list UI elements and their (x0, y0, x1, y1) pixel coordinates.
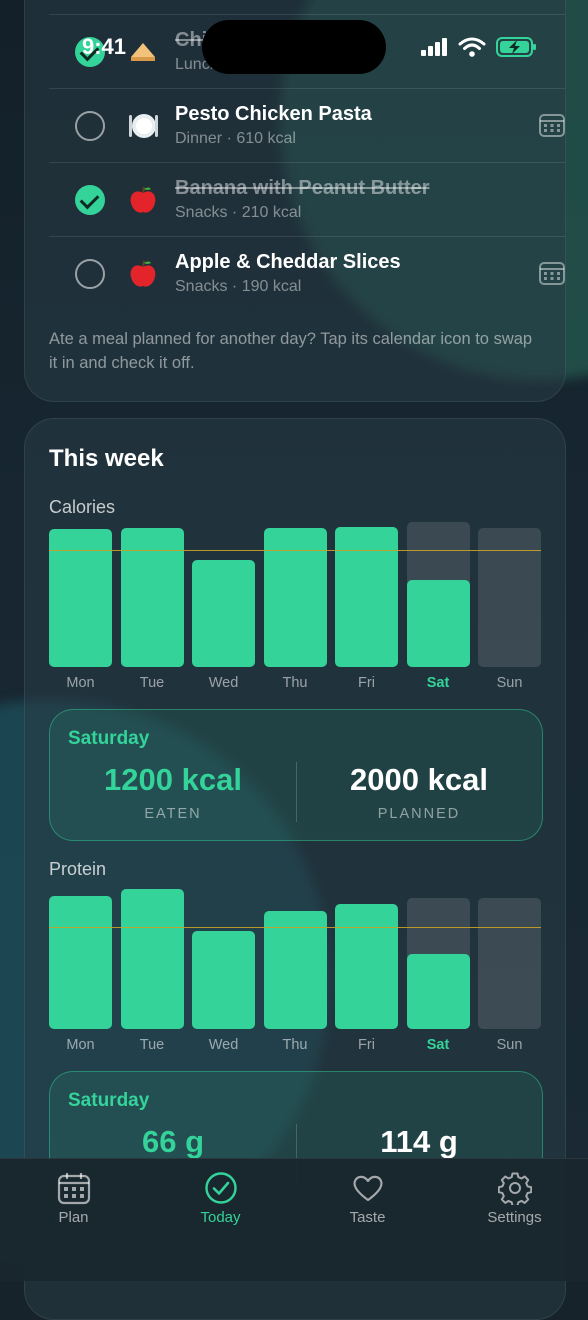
goal-line (49, 927, 541, 929)
day-label: Mon (66, 675, 95, 691)
eaten-bar (192, 559, 255, 667)
day-label: Wed (208, 1037, 239, 1053)
day-label: Sun (496, 675, 523, 691)
calories-bar-chart: Mon Tue Wed Thu Fri Sat Sun (49, 521, 541, 697)
tab-settings[interactable]: Settings (441, 1159, 588, 1239)
swap-hint-text: Ate a meal planned for another day? Tap … (49, 330, 533, 372)
planned-bar (478, 898, 541, 1029)
eaten-bar (406, 953, 470, 1029)
eaten-bar (263, 911, 327, 1029)
calendar-swap-icon[interactable] (539, 260, 565, 286)
meal-details: Snacks · 190 kcal (175, 278, 302, 295)
tab-taste[interactable]: Taste (294, 1159, 441, 1239)
calories-planned-value: 2000 kcal (350, 762, 488, 797)
meal-name: Pesto Chicken Pasta (175, 103, 372, 125)
goal-line (49, 550, 541, 552)
dynamic-island (202, 20, 386, 74)
day-label: Sat (426, 1037, 450, 1053)
apple-icon (130, 260, 156, 287)
check-circle-icon (205, 1172, 237, 1204)
section-title: This week (49, 445, 164, 472)
status-time: 9:41 (82, 34, 127, 59)
eaten-bar (120, 889, 184, 1029)
tab-label: Taste (349, 1209, 386, 1226)
day-label: Thu (282, 1037, 308, 1053)
day-label: Wed (208, 675, 239, 691)
battery-charging-icon (496, 37, 536, 57)
calories-summary: Saturday 1200 kcal 2000 kcal EATEN PLANN… (49, 709, 543, 841)
tab-plan[interactable]: Plan (0, 1159, 147, 1239)
tab-label: Today (200, 1209, 241, 1226)
eaten-bar (335, 903, 398, 1029)
protein-bar-chart: Mon Tue Wed Thu Fri Sat Sun (49, 889, 541, 1059)
planned-caption: PLANNED (377, 806, 461, 822)
plate-icon (129, 114, 158, 138)
eaten-bar (49, 895, 112, 1029)
protein-planned-value: 114 g (380, 1124, 458, 1159)
wifi-icon (458, 37, 486, 57)
calendar-swap-icon[interactable] (539, 112, 565, 138)
day-label: Tue (139, 1037, 165, 1053)
gear-icon (498, 1172, 532, 1205)
meal-name: Banana with Peanut Butter (175, 177, 430, 199)
day-label: Fri (358, 1037, 375, 1053)
calories-eaten-value: 1200 kcal (104, 762, 242, 797)
meal-row[interactable]: Banana with Peanut Butter Snacks · 210 k… (49, 162, 565, 237)
meal-unchecked-icon[interactable] (75, 111, 105, 141)
protein-label: Protein (49, 859, 107, 879)
calories-label: Calories (49, 497, 116, 517)
summary-day: Saturday (68, 728, 150, 749)
eaten-bar (335, 527, 398, 667)
meal-row[interactable]: Apple & Cheddar Slices Snacks · 190 kcal (49, 236, 565, 311)
protein-eaten-value: 66 g (141, 1124, 205, 1159)
meal-checked-icon[interactable] (75, 185, 105, 215)
calendar-icon (57, 1173, 91, 1205)
cellular-signal-icon (421, 38, 447, 56)
meal-details: Dinner · 610 kcal (175, 130, 296, 147)
eaten-caption: EATEN (144, 806, 202, 822)
status-bar: 9:41 (0, 0, 588, 90)
tab-label: Plan (58, 1209, 89, 1226)
day-label: Thu (282, 675, 308, 691)
meal-unchecked-icon[interactable] (75, 259, 105, 289)
meal-details: Snacks · 210 kcal (175, 204, 302, 221)
tab-label: Settings (487, 1209, 542, 1226)
eaten-bar (192, 931, 255, 1029)
tab-bar: Plan Today Taste Settings (0, 1158, 588, 1281)
meal-name: Apple & Cheddar Slices (175, 251, 401, 273)
eaten-bar (406, 579, 470, 667)
day-label: Mon (66, 1037, 95, 1053)
heart-icon (353, 1175, 383, 1202)
day-label: Fri (358, 675, 375, 691)
day-label: Tue (139, 675, 165, 691)
day-label: Sun (496, 1037, 523, 1053)
day-label: Sat (426, 675, 450, 691)
summary-day: Saturday (68, 1090, 150, 1111)
meal-row[interactable]: Pesto Chicken Pasta Dinner · 610 kcal (49, 88, 565, 163)
tab-today[interactable]: Today (147, 1159, 294, 1239)
apple-icon (130, 186, 156, 213)
